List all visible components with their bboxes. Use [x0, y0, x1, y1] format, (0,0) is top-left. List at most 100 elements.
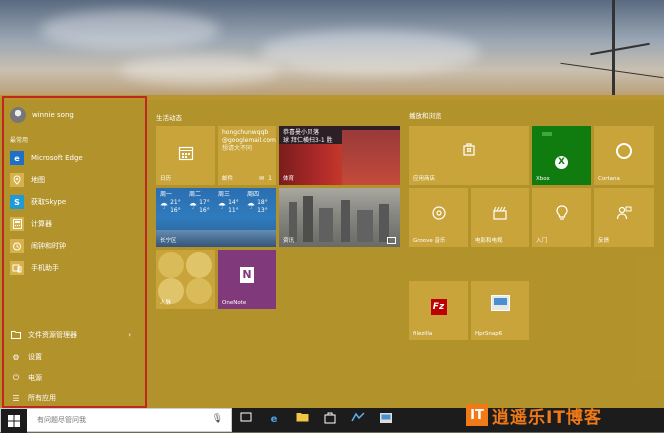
- store-icon: [409, 141, 529, 161]
- tile-calendar[interactable]: 日历: [156, 126, 215, 185]
- tile-label: 人脉: [160, 300, 172, 306]
- app-skype[interactable]: S 获取Skype: [10, 194, 66, 210]
- weather-day: 周二 ☂ 17° 16°: [189, 191, 210, 214]
- sports-headline: 恭喜曼小贝落: [283, 129, 320, 136]
- groove-music-icon: [409, 205, 468, 225]
- power-icon: ⏻: [12, 373, 20, 382]
- tile-store[interactable]: 应用商店: [409, 126, 529, 185]
- hprsnap-taskbar-icon[interactable]: [378, 412, 394, 428]
- tile-label: Groove 音乐: [413, 238, 446, 244]
- watermark-text: 逍遥乐IT博客: [492, 407, 602, 428]
- tile-filezilla[interactable]: Fz filezilla: [409, 281, 468, 340]
- hprsnap-icon: [471, 295, 529, 315]
- group-header-play[interactable]: 播放和浏览: [409, 110, 442, 120]
- edge-taskbar-icon[interactable]: e: [266, 412, 282, 428]
- mail-address: @googlemail.com: [222, 137, 276, 144]
- app-label: 地图: [31, 176, 45, 184]
- start-button[interactable]: [1, 409, 27, 433]
- app-label: Microsoft Edge: [31, 154, 83, 162]
- tile-label: 资讯: [283, 238, 295, 244]
- tile-label: 体育: [283, 176, 295, 182]
- tile-label: 反馈: [598, 238, 610, 244]
- calendar-icon: [156, 145, 215, 165]
- tile-xbox[interactable]: X Xbox: [532, 126, 591, 185]
- alarm-icon: [10, 239, 24, 253]
- task-view-icon[interactable]: [238, 412, 254, 428]
- app-calculator[interactable]: 计算器: [10, 216, 52, 232]
- mail-sender: hongchunwqqb: [222, 129, 269, 136]
- weather-day: 周一 ☂ 21° 16°: [160, 191, 181, 214]
- tile-mail[interactable]: hongchunwqqb @googlemail.com 想请大不同 邮件 ✉ …: [218, 126, 276, 185]
- feedback-icon: [594, 205, 654, 225]
- tile-movies[interactable]: 电影和电视: [471, 188, 529, 247]
- system-item-label: 文件资源管理器: [28, 331, 77, 339]
- app-label: 计算器: [31, 220, 52, 228]
- tile-label: OneNote: [222, 300, 247, 306]
- calculator-icon: [10, 217, 24, 231]
- tile-label: Xbox: [536, 176, 550, 182]
- folder-icon: [10, 330, 22, 341]
- avatar: [10, 107, 26, 123]
- windows-logo-icon: [8, 415, 20, 427]
- tile-feedback[interactable]: 反馈: [594, 188, 654, 247]
- app-label: 获取Skype: [31, 198, 67, 206]
- microphone-icon[interactable]: 🎙: [212, 414, 223, 424]
- system-item-label: 电源: [28, 374, 42, 382]
- cortana-icon: [594, 142, 654, 163]
- tile-hprsnap[interactable]: HprSnap6: [471, 281, 529, 340]
- mail-icon: ✉: [258, 175, 264, 182]
- mail-subject: 想请大不同: [222, 145, 253, 152]
- tile-label: 日历: [160, 176, 172, 182]
- power-item[interactable]: ⏻ 电源: [10, 371, 42, 385]
- app-label: 手机助手: [31, 264, 59, 272]
- phone-companion-icon: [10, 261, 24, 275]
- search-box[interactable]: 🎙: [0, 408, 232, 433]
- list-icon: ☰: [12, 393, 20, 403]
- watermark: IT 逍遥乐IT博客: [466, 402, 602, 428]
- app-edge[interactable]: e Microsoft Edge: [10, 150, 83, 166]
- system-item-label: 设置: [28, 353, 42, 361]
- system-item-label: 所有应用: [28, 394, 56, 402]
- tile-weather[interactable]: 周一 ☂ 21° 16° 周二 ☂ 17° 16° 周三 ☂ 14° 11° 周四 ☂ 18°…: [156, 188, 276, 247]
- skype-icon: S: [10, 195, 24, 209]
- xbox-icon: X: [532, 150, 591, 169]
- start-left-panel: winnie song 最常用 e Microsoft Edge 地图 S 获取…: [2, 96, 147, 408]
- user-account[interactable]: winnie song: [10, 107, 74, 123]
- tile-get-started[interactable]: 入门: [532, 188, 591, 247]
- app-maps[interactable]: 地图: [10, 172, 45, 188]
- tile-label: 邮件: [222, 176, 234, 182]
- file-explorer-item[interactable]: 文件资源管理器 ›: [10, 328, 141, 342]
- settings-item[interactable]: ⚙ 设置: [10, 350, 42, 364]
- app-taskbar-icon[interactable]: [350, 412, 366, 428]
- search-input[interactable]: [35, 415, 209, 425]
- tile-label: filezilla: [413, 331, 433, 337]
- weather-day: 周三 ☂ 14° 11°: [218, 191, 239, 214]
- group-header-life[interactable]: 生活动态: [156, 112, 182, 122]
- watermark-badge: IT: [466, 404, 488, 426]
- desktop-background: [0, 0, 664, 100]
- tile-news[interactable]: 资讯: [279, 188, 400, 247]
- tile-label: 电影和电视: [475, 238, 503, 244]
- weather-location: 长宁区: [160, 238, 177, 244]
- tile-people[interactable]: 人脉: [156, 250, 215, 309]
- filezilla-icon: Fz: [409, 295, 468, 316]
- chevron-right-icon[interactable]: ›: [128, 331, 131, 339]
- tile-groove[interactable]: Groove 音乐: [409, 188, 468, 247]
- tile-label: HprSnap6: [475, 331, 503, 337]
- folder-taskbar-icon[interactable]: [294, 412, 310, 428]
- news-icon: [387, 237, 396, 244]
- movies-tv-icon: [471, 205, 529, 225]
- user-name: winnie song: [32, 111, 74, 119]
- most-used-label: 最常用: [10, 137, 29, 144]
- tile-onenote[interactable]: N OneNote: [218, 250, 276, 309]
- all-apps-item[interactable]: ☰ 所有应用: [10, 391, 56, 405]
- gear-icon: ⚙: [12, 352, 20, 362]
- app-alarms[interactable]: 闹钟和时钟: [10, 238, 66, 254]
- onenote-icon: N: [218, 264, 276, 284]
- lightbulb-icon: [532, 204, 591, 225]
- store-taskbar-icon[interactable]: [322, 412, 338, 428]
- tile-label: 应用商店: [413, 176, 436, 182]
- app-phone-companion[interactable]: 手机助手: [10, 260, 59, 276]
- tile-sports[interactable]: 恭喜曼小贝落 球 拜仁横扫3-1 胜 体育: [279, 126, 400, 185]
- tile-cortana[interactable]: Cortana: [594, 126, 654, 185]
